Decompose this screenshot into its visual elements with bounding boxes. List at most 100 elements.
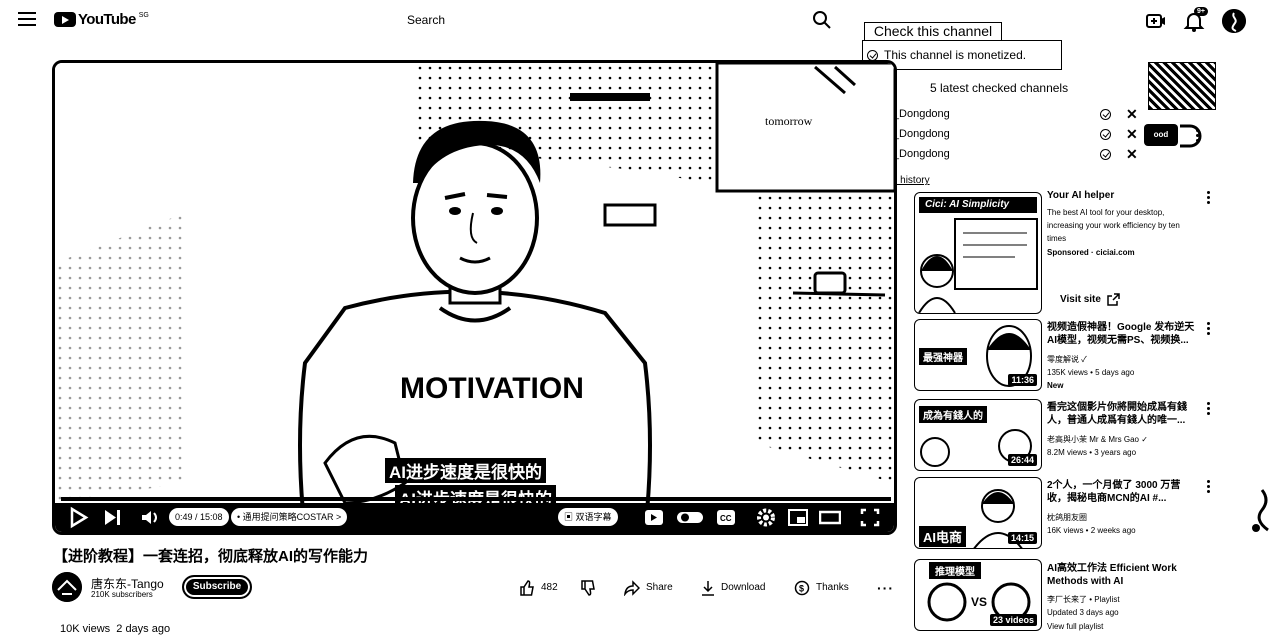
recommendation-thumbnail[interactable]: 成為有錢人的 26:44 xyxy=(914,399,1042,471)
recommendation-meta: 16K views • 2 weeks ago xyxy=(1047,526,1136,535)
translate-icon: ▣ xyxy=(564,512,576,522)
thumbs-down-icon xyxy=(581,580,595,596)
thumb-caption: 最强神器 xyxy=(919,348,967,365)
recommendation-meta: Updated 3 days ago xyxy=(1047,608,1119,617)
visit-site-label: Visit site xyxy=(1060,294,1101,305)
recommendation-title[interactable]: AI高效工作法 Efficient Work Methods with AI xyxy=(1047,562,1195,588)
miniplayer-icon[interactable] xyxy=(787,506,809,529)
settings-gear-icon[interactable] xyxy=(755,506,777,529)
chapter-button[interactable]: • 通用提问策略COSTAR > xyxy=(231,508,348,526)
thanks-button[interactable]: $ Thanks xyxy=(794,580,849,596)
captions-icon[interactable]: CC xyxy=(715,506,737,529)
channel-avatar-image xyxy=(52,572,82,602)
search-icon[interactable] xyxy=(812,10,832,30)
more-vertical-icon[interactable] xyxy=(1196,129,1200,143)
download-label: Download xyxy=(721,582,766,593)
video-meta: 10K views 2 days ago xyxy=(60,623,170,635)
fullscreen-icon[interactable] xyxy=(859,506,881,529)
subscriber-count: 210K subscribers xyxy=(91,590,153,599)
account-avatar[interactable] xyxy=(1222,9,1246,33)
svg-text:CC: CC xyxy=(720,514,732,523)
check-circle-icon xyxy=(1100,149,1111,160)
theater-mode-icon[interactable] xyxy=(819,506,841,529)
youtube-logo[interactable]: YouTube SG xyxy=(54,12,149,27)
video-duration: 11:36 xyxy=(1008,374,1037,386)
super-thanks-icon: $ xyxy=(794,580,810,596)
wall-text: tomorrow xyxy=(765,114,813,128)
check-channel-button[interactable]: Check this channel xyxy=(864,22,1002,42)
visit-site-button[interactable]: Visit site xyxy=(1060,293,1120,306)
video-duration: 26:44 xyxy=(1007,454,1037,466)
recommendation-channel[interactable]: 零度解说 ✓ xyxy=(1047,354,1087,365)
volume-icon[interactable] xyxy=(139,506,161,529)
ad-banner-image[interactable] xyxy=(1148,62,1216,110)
miniplayer-toggle-icon[interactable] xyxy=(643,506,665,529)
recommendation-title[interactable]: 视频造假神器！Google 发布逆天AI模型，视频无需PS、视频换... xyxy=(1047,321,1195,347)
upload-age: 2 days ago xyxy=(116,623,171,635)
recommendation-title[interactable]: 看完这個影片你將開始成爲有錢人，普通人成爲有錢人的唯一... xyxy=(1047,401,1195,427)
notifications-button[interactable]: 9+ xyxy=(1182,7,1208,33)
recommendation-title[interactable]: 2个人，一个月做了 3000 万营收，揭秘电商MCN的AI #... xyxy=(1047,479,1195,505)
playlist-thumbnail[interactable]: 推理模型 VS 23 videos xyxy=(914,559,1042,631)
thanks-label: Thanks xyxy=(816,582,849,593)
recommendation-channel[interactable]: 枕鸽朋友圈 xyxy=(1047,512,1087,523)
video-player[interactable]: tomorrow MOTIVATION AI进步速度是很快的 AI进步速度是很快… xyxy=(52,60,897,535)
close-icon[interactable]: ✕ xyxy=(1126,126,1138,143)
svg-text:VS: VS xyxy=(971,595,987,609)
share-button[interactable]: Share xyxy=(624,580,673,596)
time-display: 0:49 / 15:08 xyxy=(169,508,229,526)
video-duration: 14:15 xyxy=(1007,532,1037,544)
logo-text: YouTube xyxy=(78,11,136,28)
recommendation-channel[interactable]: 老高與小茉 Mr & Mrs Gao ✓ xyxy=(1047,434,1148,445)
view-count: 10K views xyxy=(60,623,111,635)
view-playlist-link[interactable]: View full playlist xyxy=(1047,622,1103,631)
checked-channel-row: @Tan_Dongdong ✕ xyxy=(864,146,1144,163)
more-vertical-icon[interactable] xyxy=(1207,191,1211,205)
subtitle-line-1: AI进步速度是很快的 xyxy=(385,458,546,483)
checked-channel-row: @Tan_Dongdong ✕ xyxy=(864,126,1144,143)
share-icon xyxy=(624,580,640,596)
player-controls: 0:49 / 15:08 • 通用提问策略COSTAR > ▣ 双语字幕 CC xyxy=(55,503,894,532)
autoplay-toggle-icon[interactable] xyxy=(675,506,705,529)
recommendation-thumbnail[interactable]: AI电商 14:15 xyxy=(914,477,1042,549)
more-vertical-icon[interactable] xyxy=(1207,480,1211,494)
ad-badge[interactable]: ood xyxy=(1144,124,1178,146)
search-box xyxy=(395,6,795,34)
play-icon[interactable] xyxy=(67,506,89,529)
subscribe-button[interactable]: Subscribe xyxy=(182,575,252,599)
ad-logo-icon xyxy=(1180,124,1202,148)
thumb-caption: 成為有錢人的 xyxy=(919,406,987,423)
close-icon[interactable]: ✕ xyxy=(1126,106,1138,123)
like-button[interactable]: 482 xyxy=(519,580,558,596)
video-title: 【进阶教程】一套连招，彻底释放AI的写作能力 xyxy=(53,548,369,565)
create-icon[interactable] xyxy=(1144,9,1168,33)
monetized-text: This channel is monetized. xyxy=(884,48,1027,62)
youtube-play-icon xyxy=(54,12,76,27)
recommendation-thumbnail[interactable]: 最强神器 11:36 xyxy=(914,319,1042,391)
checked-channel-row: @Tan_Dongdong ✕ xyxy=(864,106,1144,123)
recommendation-meta: 8.2M views • 3 years ago xyxy=(1047,448,1137,457)
search-input[interactable] xyxy=(395,6,795,34)
masthead: YouTube SG 9+ xyxy=(0,0,1280,42)
more-vertical-icon[interactable] xyxy=(1207,402,1211,416)
sponsored-title[interactable]: Your AI helper xyxy=(1047,189,1195,202)
more-actions-button[interactable]: ··· xyxy=(877,580,894,596)
download-icon xyxy=(702,581,714,596)
external-link-icon xyxy=(1107,293,1120,306)
progress-bar[interactable] xyxy=(61,497,891,501)
more-vertical-icon[interactable] xyxy=(1207,322,1211,336)
download-button[interactable]: Download xyxy=(701,580,765,596)
bilingual-caption-button[interactable]: ▣ 双语字幕 xyxy=(558,508,618,526)
menu-icon[interactable] xyxy=(18,12,36,26)
channel-avatar[interactable] xyxy=(52,572,82,602)
sponsored-thumbnail[interactable]: Cici: AI Simplicity xyxy=(914,192,1042,314)
check-circle-icon xyxy=(1100,129,1111,140)
recommendation-channel[interactable]: 李厂长来了 • Playlist xyxy=(1047,594,1120,605)
notification-count: 9+ xyxy=(1194,7,1208,16)
new-badge: New xyxy=(1047,381,1064,390)
next-icon[interactable] xyxy=(101,506,123,529)
close-icon[interactable]: ✕ xyxy=(1126,146,1138,163)
dislike-button[interactable] xyxy=(580,580,602,596)
more-horizontal-icon: ··· xyxy=(877,580,894,596)
like-count: 482 xyxy=(541,582,558,593)
